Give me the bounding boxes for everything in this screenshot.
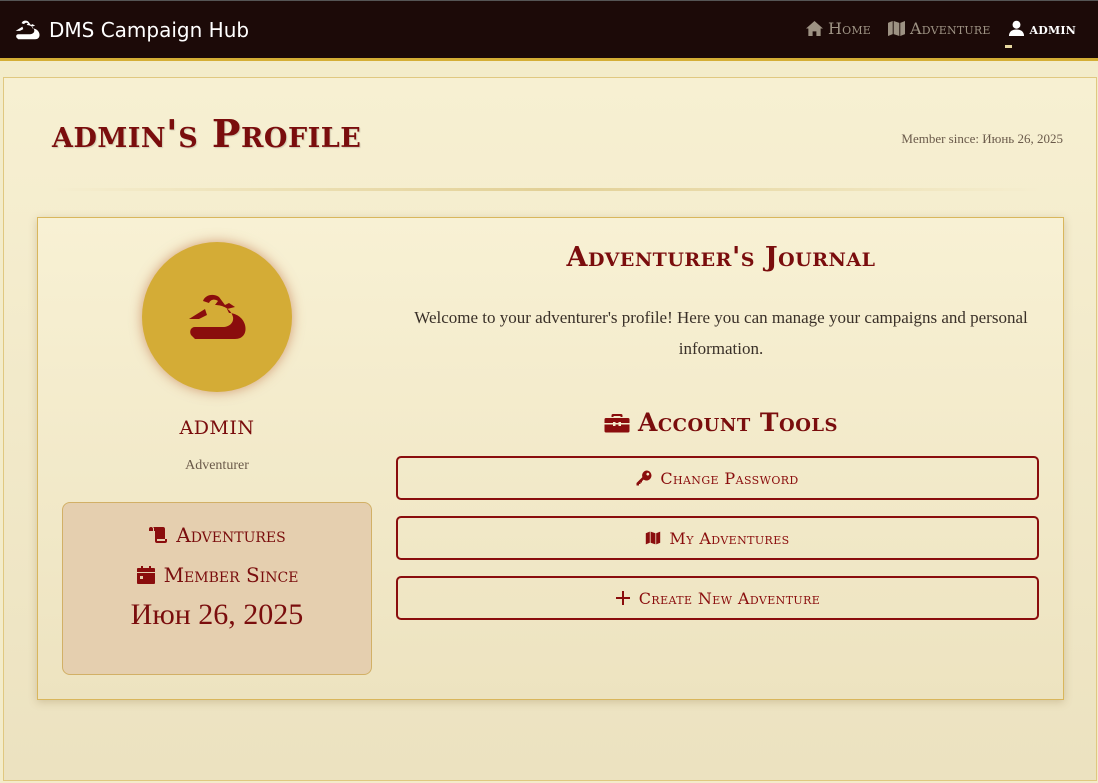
dragon-logo-icon — [15, 20, 40, 40]
user-icon — [1008, 20, 1024, 37]
profile-card: admin Adventurer Adventures Member Since… — [37, 217, 1064, 700]
nav-user-label: admin — [1029, 19, 1076, 38]
change-password-label: Change Password — [660, 468, 799, 488]
stat-member-since-date: Июн 26, 2025 — [130, 598, 304, 631]
key-icon — [636, 470, 652, 486]
nav-home-label: Home — [827, 19, 872, 38]
stat-adventures-label: Adventures — [176, 523, 286, 547]
map-icon — [646, 531, 661, 545]
nav-adventure-label: Adventure — [910, 19, 991, 38]
stat-member-since: Member Since — [63, 563, 371, 587]
stats-panel: Adventures Member Since Июн 26, 2025 — [62, 502, 372, 675]
map-icon — [888, 20, 906, 37]
profile-username: admin — [179, 410, 255, 441]
calendar-icon — [136, 566, 155, 584]
create-new-adventure-label: Create New Adventure — [638, 588, 821, 608]
change-password-button[interactable]: Change Password — [396, 456, 1039, 500]
journal-title: Adventurer's Journal — [566, 242, 876, 273]
avatar — [142, 242, 292, 392]
title-divider — [52, 188, 1042, 191]
page-title: admin's Profile — [52, 111, 362, 156]
brand-link[interactable]: DMS Campaign Hub — [14, 16, 249, 44]
top-navbar: DMS Campaign Hub Home Adventure admin — [0, 0, 1098, 61]
stat-member-since-label: Member Since — [163, 563, 299, 587]
toolbox-icon — [604, 413, 630, 432]
plus-icon — [615, 591, 630, 605]
main-nav: Home Adventure admin — [805, 19, 1076, 48]
member-since-header: Member since: Июнь 26, 2025 — [901, 131, 1063, 146]
profile-role: Adventurer — [185, 458, 249, 473]
home-icon — [805, 20, 823, 37]
profile-page: admin's Profile Member since: Июнь 26, 2… — [3, 77, 1097, 781]
my-adventures-label: My Adventures — [669, 528, 790, 548]
stat-adventures: Adventures — [63, 523, 371, 547]
welcome-text: Welcome to your adventurer's profile! He… — [414, 308, 1028, 358]
scroll-icon — [149, 527, 168, 543]
create-new-adventure-button[interactable]: Create New Adventure — [396, 576, 1039, 620]
nav-user-admin[interactable]: admin — [1004, 19, 1076, 48]
brand-title: DMS Campaign Hub — [49, 18, 250, 42]
my-adventures-button[interactable]: My Adventures — [396, 516, 1039, 560]
nav-adventure[interactable]: Adventure — [887, 19, 991, 38]
account-tools-heading: Account Tools — [396, 408, 1046, 437]
nav-home[interactable]: Home — [805, 19, 871, 38]
active-indicator — [1004, 45, 1012, 48]
dragon-avatar-icon — [189, 294, 246, 339]
account-tools-label: Account Tools — [637, 408, 839, 437]
